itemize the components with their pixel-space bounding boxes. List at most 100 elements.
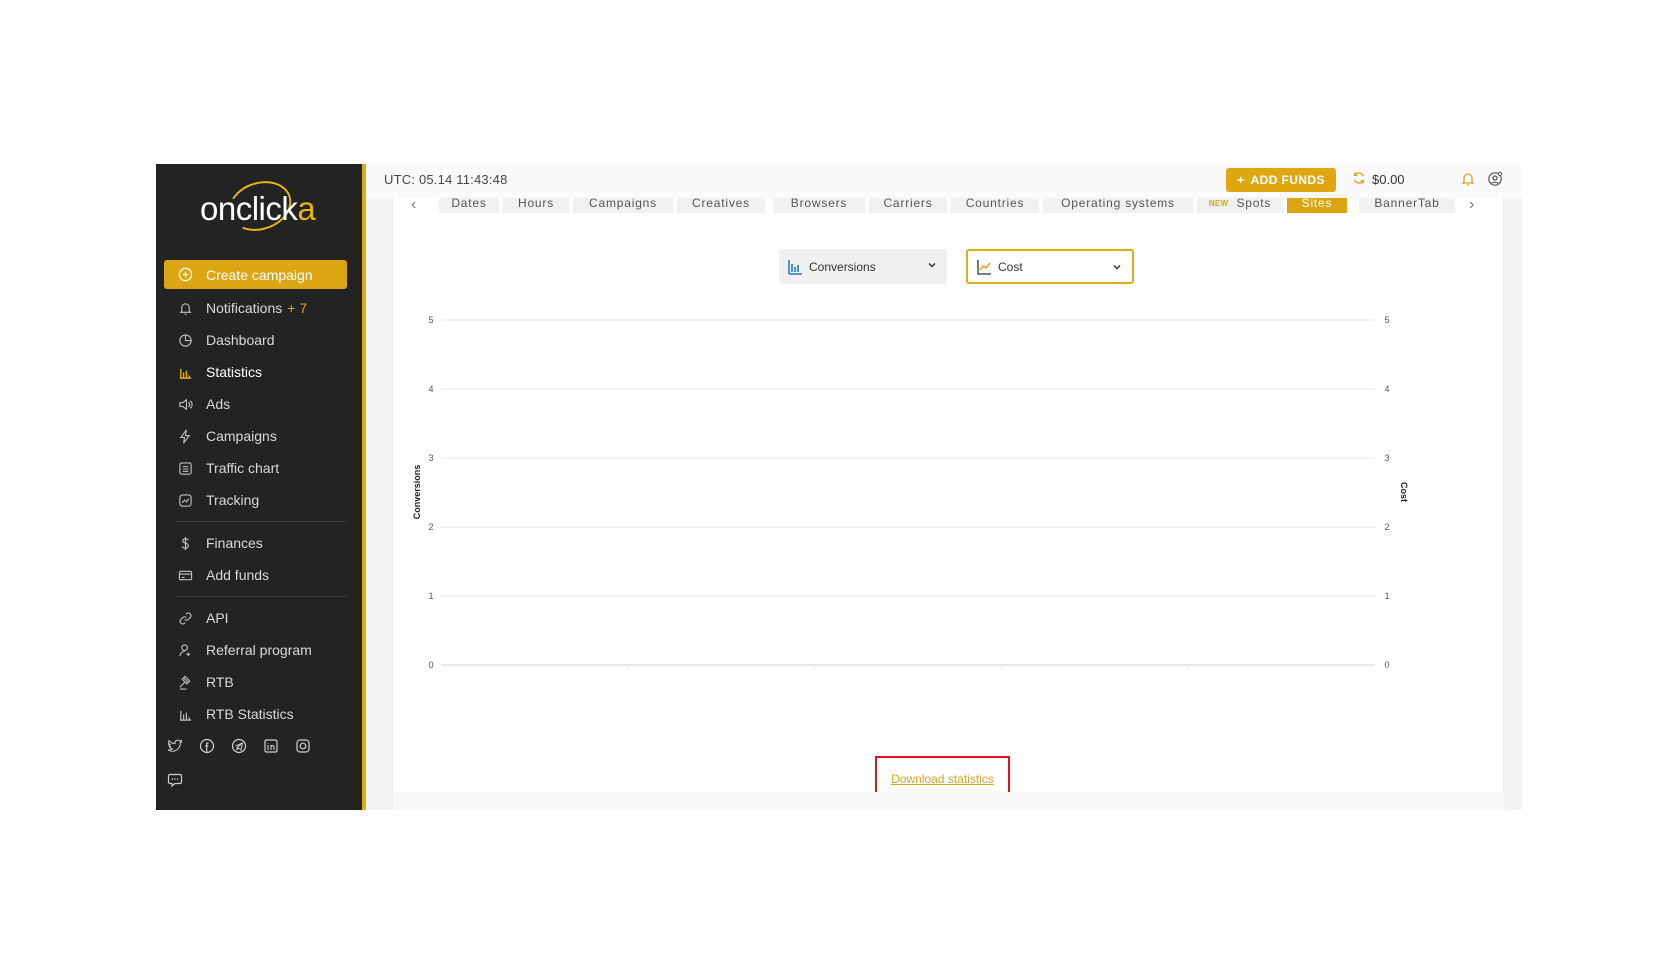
sidebar-item-notifications[interactable]: Notifications + 7 [164, 292, 347, 324]
sidebar-item-rtb[interactable]: RTB [164, 666, 347, 698]
sidebar-item-referral-program[interactable]: Referral program [164, 634, 347, 666]
linkedin-icon[interactable] [262, 737, 280, 755]
sidebar-item-dashboard[interactable]: Dashboard [164, 324, 347, 356]
sidebar-item-ads[interactable]: Ads [164, 388, 347, 420]
tab-countries[interactable]: Countries [951, 198, 1039, 213]
account-settings-icon[interactable] [1487, 171, 1503, 192]
sidebar-item-label: RTB [206, 674, 234, 690]
trend-icon [176, 491, 194, 509]
y-tick-label-right: 0 [1384, 660, 1389, 670]
tab-dates[interactable]: Dates [439, 198, 499, 213]
create-campaign-button[interactable]: Create campaign [164, 260, 347, 289]
tab-browsers[interactable]: Browsers [773, 198, 865, 213]
select-value: Cost [998, 259, 1023, 274]
tab-operating-systems[interactable]: Operating systems [1043, 198, 1193, 213]
sidebar-item-label: Ads [206, 396, 231, 412]
sidebar-item-label: Referral program [206, 642, 312, 658]
dollar-icon [176, 534, 194, 552]
panel-footer [393, 792, 1505, 810]
tab-label: Campaigns [589, 198, 657, 210]
bell-icon [176, 299, 194, 317]
balance-value: $0.00 [1372, 172, 1405, 187]
link-icon [176, 609, 194, 627]
sidebar-item-statistics[interactable]: Statistics [164, 356, 347, 388]
tabs-scroll-right-icon[interactable]: › [1469, 198, 1474, 214]
list-icon [176, 459, 194, 477]
tab-campaigns[interactable]: Campaigns [573, 198, 673, 213]
sidebar-item-label: RTB Statistics [206, 706, 294, 722]
telegram-icon[interactable] [230, 737, 248, 755]
speaker-icon [176, 395, 194, 413]
onclicka-logo[interactable]: onclicka [200, 173, 320, 239]
tabs-scroll-left-icon[interactable]: ‹ [411, 198, 416, 214]
tab-label: BannerTab [1374, 198, 1440, 210]
user-plus-icon [176, 641, 194, 659]
sidebar-item-label: Tracking [206, 492, 260, 508]
add-funds-label: ADD FUNDS [1250, 173, 1325, 187]
sidebar-item-campaigns[interactable]: Campaigns [164, 420, 347, 452]
sidebar-item-rtb-statistics[interactable]: RTB Statistics [164, 698, 347, 730]
sidebar-item-label: Statistics [206, 364, 263, 380]
tab-label: Carriers [883, 198, 933, 210]
sidebar: onclicka Create campaign Notifications +… [156, 164, 362, 810]
sidebar-item-finances[interactable]: Finances [164, 527, 347, 559]
bar-chart-icon [176, 363, 194, 381]
statistics-chart: 0 0 1 1 2 2 3 3 4 4 5 5 Conversions Cost [412, 315, 1409, 670]
line-chart-icon [976, 259, 992, 275]
metric-select-cost[interactable]: Cost [966, 249, 1134, 284]
lightning-icon [176, 427, 194, 445]
tab-label: Sites [1301, 198, 1333, 210]
metric-select-conversions[interactable]: Conversions [779, 249, 947, 284]
tab-bannertab[interactable]: BannerTab [1359, 198, 1455, 213]
y-tick-label-left: 0 [428, 660, 433, 670]
y-tick-label-right: 1 [1384, 591, 1389, 601]
notifications-count-badge: + 7 [287, 300, 308, 316]
y-axis-label-right: Cost [1399, 482, 1409, 502]
y-tick-label-right: 4 [1384, 384, 1389, 394]
twitter-icon[interactable] [166, 737, 184, 755]
sidebar-item-api[interactable]: API [164, 602, 347, 634]
balance[interactable]: $0.00 [1352, 171, 1405, 188]
create-campaign-label: Create campaign [206, 266, 313, 283]
sidebar-divider [176, 521, 347, 522]
tab-creatives[interactable]: Creatives [677, 198, 765, 213]
sidebar-nav: Create campaign Notifications + 7 Dashbo… [164, 260, 347, 730]
y-tick-label-left: 4 [428, 384, 433, 394]
sidebar-item-add-funds[interactable]: Add funds [164, 559, 347, 591]
sidebar-item-label: Campaigns [206, 428, 277, 444]
tab-sites[interactable]: Sites [1287, 198, 1347, 213]
y-tick-label-right: 5 [1384, 315, 1389, 325]
add-funds-button[interactable]: + ADD FUNDS [1226, 168, 1336, 192]
tab-label: Creatives [692, 198, 750, 210]
instagram-icon[interactable] [294, 737, 312, 755]
download-statistics-link[interactable]: Download statistics [891, 772, 994, 786]
tab-hours[interactable]: Hours [503, 198, 569, 213]
sidebar-item-label: API [206, 610, 229, 626]
chevron-down-icon [1112, 261, 1122, 275]
facebook-icon[interactable] [198, 737, 216, 755]
social-links [166, 737, 326, 805]
sidebar-item-label: Finances [206, 535, 263, 551]
app-window: onclicka Create campaign Notifications +… [156, 164, 1522, 810]
plus-icon: + [1237, 173, 1245, 187]
sidebar-item-label: Traffic chart [206, 460, 280, 476]
y-tick-label-left: 5 [428, 315, 433, 325]
topbar: UTC: 05.14 11:43:48 + ADD FUNDS $0.00 [366, 164, 1522, 198]
tab-carriers[interactable]: Carriers [869, 198, 947, 213]
select-value: Conversions [809, 259, 876, 274]
tab-label: Operating systems [1061, 198, 1175, 210]
sidebar-item-label: Add funds [206, 567, 270, 583]
utc-clock: UTC: 05.14 11:43:48 [384, 172, 508, 187]
y-tick-label-left: 3 [428, 453, 433, 463]
new-badge: NEW [1208, 198, 1229, 208]
statistics-panel: ‹ Dates Hours Campaigns Creatives Browse… [392, 198, 1505, 810]
tab-spots[interactable]: NEW Spots [1197, 198, 1283, 213]
sidebar-item-tracking[interactable]: Tracking [164, 484, 347, 516]
sidebar-item-traffic-chart[interactable]: Traffic chart [164, 452, 347, 484]
gavel-icon [176, 673, 194, 691]
tab-label: Spots [1236, 198, 1272, 210]
notifications-bell-icon[interactable] [1460, 171, 1476, 192]
sidebar-accent-border [362, 164, 366, 810]
pie-chart-icon [176, 331, 194, 349]
chat-icon[interactable] [166, 771, 184, 789]
